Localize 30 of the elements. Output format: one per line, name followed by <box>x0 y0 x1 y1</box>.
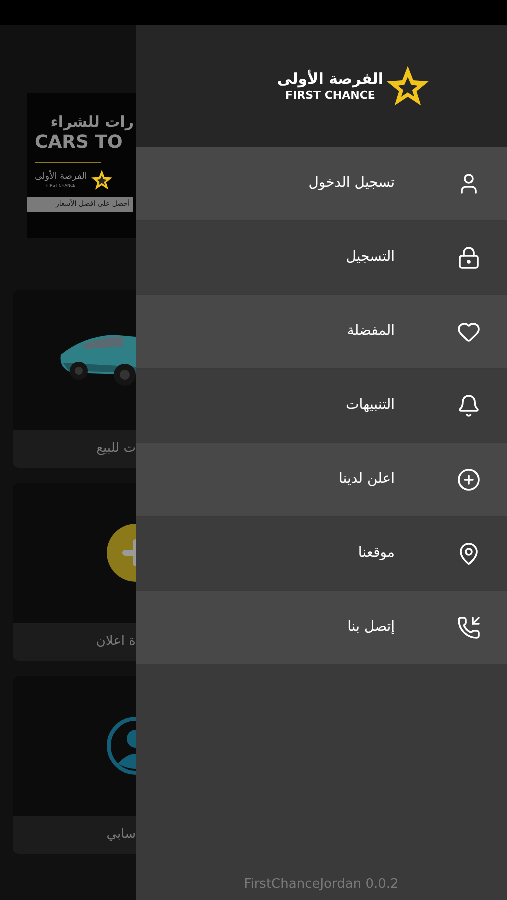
category-card[interactable]: ت للبيع <box>13 290 136 468</box>
menu-label: اعلن لدينا <box>339 470 395 489</box>
menu-label: إتصل بنا <box>348 618 395 637</box>
bell-icon <box>457 394 481 418</box>
lock-icon <box>457 246 481 270</box>
menu-label: المفضلة <box>347 322 395 341</box>
category-card[interactable]: ة اعلان <box>13 483 136 661</box>
incoming-call-icon <box>457 616 481 640</box>
category-card[interactable]: سابي <box>13 676 136 854</box>
star-logo-icon <box>386 64 430 108</box>
version-text: FirstChanceJordan 0.0.2 <box>244 876 399 894</box>
menu-label: التسجيل <box>346 248 395 267</box>
banner-title: رات للشراء <box>50 113 135 132</box>
star-logo-icon <box>91 169 114 192</box>
menu-label: التنبيهات <box>346 396 395 415</box>
menu-label: تسجيل الدخول <box>308 174 395 193</box>
location-pin-icon <box>457 542 481 566</box>
banner-title: CARS TO <box>35 132 123 154</box>
menu-item[interactable]: المفضلة <box>136 295 507 368</box>
card-label: سابي <box>106 826 136 844</box>
menu-item[interactable]: اعلن لدينا <box>136 443 507 516</box>
logo-text: الفرصة الأولى <box>277 70 384 88</box>
card-label: ت للبيع <box>96 440 136 458</box>
card-label: ة اعلان <box>96 633 136 652</box>
menu-item[interactable]: تسجيل الدخول <box>136 147 507 220</box>
menu-label: موقعنا <box>358 544 395 563</box>
logo-text: FIRST CHANCE <box>286 88 376 102</box>
logo-text: الفرصة الأولى <box>35 172 88 182</box>
menu-item[interactable]: إتصل بنا <box>136 591 507 664</box>
plus-circle-icon <box>457 468 481 492</box>
